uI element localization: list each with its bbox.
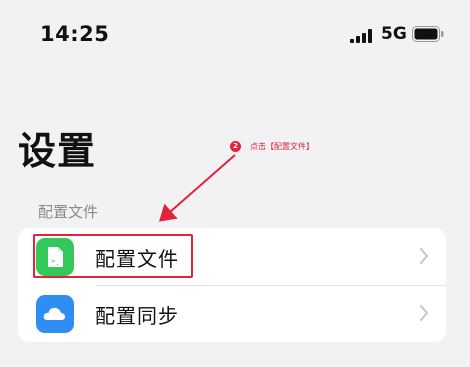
settings-row-label: 配置同步 [95, 304, 179, 328]
settings-row-sync[interactable]: 配置同步 [18, 285, 446, 342]
chevron-right-icon [420, 248, 428, 264]
section-header: 配置文件 [38, 203, 99, 221]
annotation-highlight-box [33, 234, 193, 278]
chevron-right-icon [420, 305, 428, 321]
cloud-icon [36, 295, 74, 333]
